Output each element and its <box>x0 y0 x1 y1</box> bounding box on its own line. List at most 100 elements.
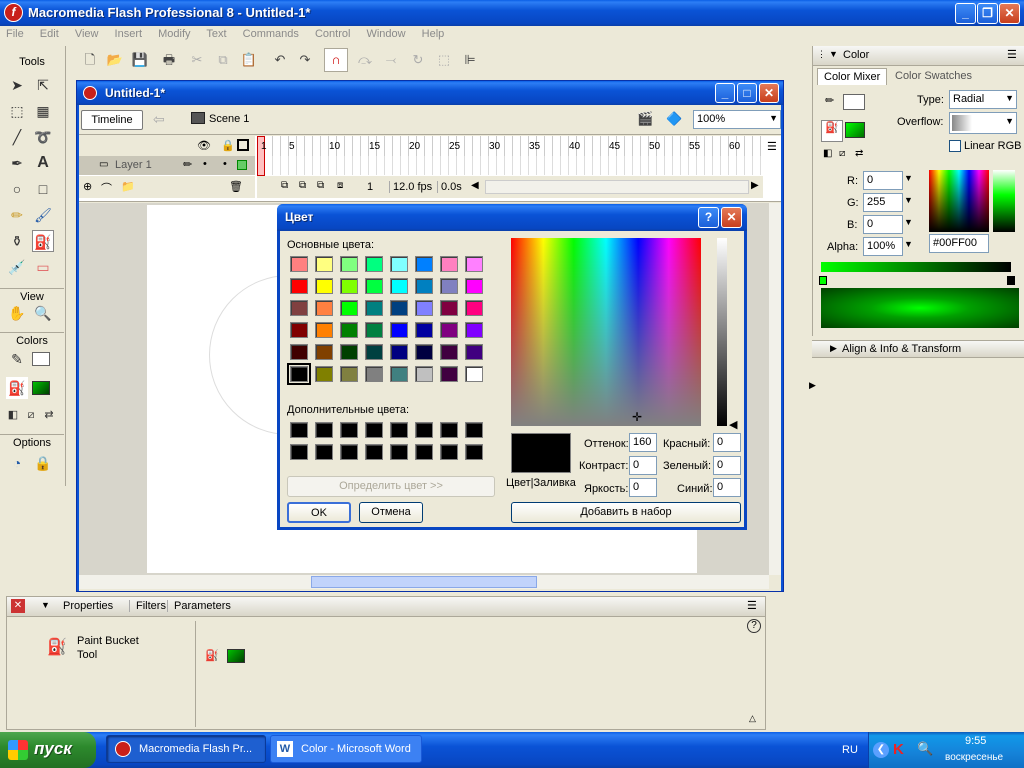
luminance-arrow-icon[interactable]: ◀ <box>729 418 737 431</box>
print-icon[interactable]: 🖶 <box>159 50 179 70</box>
basic-color-swatch[interactable] <box>390 300 408 316</box>
custom-color-swatch[interactable] <box>465 422 483 438</box>
back-arrow-icon[interactable]: ⇦ <box>153 111 165 128</box>
menu-view[interactable]: View <box>75 28 99 40</box>
hand-tool-icon[interactable]: ✋ <box>6 302 28 324</box>
alpha-dropdown-icon[interactable]: ▼ <box>904 239 913 249</box>
type-select[interactable]: Radial ▼ <box>949 90 1017 109</box>
h-scroll-thumb[interactable] <box>311 576 537 588</box>
custom-color-swatch[interactable] <box>390 444 408 460</box>
custom-color-swatch[interactable] <box>415 422 433 438</box>
basic-color-swatch[interactable] <box>340 256 358 272</box>
restore-button[interactable]: ❐ <box>977 3 998 24</box>
taskbar-item-word[interactable]: W Color - Microsoft Word <box>270 735 422 763</box>
tab-properties[interactable]: Properties <box>63 600 113 612</box>
scale-icon[interactable]: ⬚ <box>434 50 454 70</box>
outline-icon[interactable] <box>237 139 249 151</box>
basic-color-swatch[interactable] <box>415 300 433 316</box>
custom-color-swatch[interactable] <box>290 422 308 438</box>
dialog-close-button[interactable]: ✕ <box>721 207 742 228</box>
tab-color-swatches[interactable]: Color Swatches <box>893 70 974 82</box>
line-tool-icon[interactable]: ╱ <box>6 126 28 148</box>
properties-close-icon[interactable]: ✕ <box>11 599 25 613</box>
b-dropdown-icon[interactable]: ▼ <box>904 217 913 227</box>
prop-fill-swatch[interactable] <box>227 649 245 663</box>
linear-rgb-checkbox[interactable] <box>949 140 961 152</box>
stroke-color-icon[interactable]: ✎ <box>6 348 28 370</box>
b-input[interactable]: 0 <box>863 215 903 234</box>
center-frame-icon[interactable]: ⧉ <box>281 180 288 191</box>
help-circle-icon[interactable]: ? <box>747 619 761 633</box>
properties-menu-icon[interactable]: ☰ <box>747 599 757 612</box>
oval-tool-icon[interactable]: ○ <box>6 178 28 200</box>
basic-color-swatch[interactable] <box>290 278 308 294</box>
eye-icon[interactable]: 👁 <box>197 139 211 152</box>
basic-color-swatch[interactable] <box>440 344 458 360</box>
pencil-tool-icon[interactable]: ✏ <box>6 204 28 226</box>
start-button[interactable]: пуск <box>0 732 96 768</box>
basic-color-swatch[interactable] <box>315 256 333 272</box>
edit-scene-icon[interactable]: 🎬 <box>637 111 653 127</box>
menu-file[interactable]: File <box>6 28 24 40</box>
mixer-stroke-icon[interactable]: ✏ <box>825 94 834 107</box>
onion-skin-icon[interactable]: ⧉ <box>299 180 306 191</box>
basic-color-swatch[interactable] <box>390 322 408 338</box>
antivirus-icon[interactable]: K <box>893 741 904 758</box>
basic-color-swatch[interactable] <box>315 300 333 316</box>
basic-color-swatch[interactable] <box>340 278 358 294</box>
tab-filters[interactable]: Filters <box>129 600 166 612</box>
basic-color-swatch[interactable] <box>415 366 433 382</box>
fill-color-icon[interactable]: ⛽ <box>6 377 28 399</box>
basic-color-swatch[interactable] <box>340 366 358 382</box>
basic-color-swatch[interactable] <box>440 300 458 316</box>
menu-window[interactable]: Window <box>366 28 405 40</box>
lasso-tool-icon[interactable]: ➰ <box>32 126 54 148</box>
network-icon[interactable]: 🔍 <box>917 741 933 757</box>
alpha-input[interactable]: 100% <box>863 237 903 256</box>
swap-icon[interactable]: ⇄ <box>855 148 863 159</box>
custom-color-swatch[interactable] <box>415 444 433 460</box>
gap-size-icon[interactable]: ◔ <box>6 452 28 474</box>
menu-modify[interactable]: Modify <box>158 28 190 40</box>
tab-parameters[interactable]: Parameters <box>167 600 231 612</box>
edit-multiple-icon[interactable]: ⧈ <box>337 180 343 191</box>
paint-bucket-icon[interactable]: ⛽ <box>32 230 54 252</box>
basic-color-swatch[interactable] <box>315 344 333 360</box>
free-transform-icon[interactable]: ⬚ <box>6 100 28 122</box>
basic-color-swatch[interactable] <box>390 344 408 360</box>
basic-color-swatch[interactable] <box>415 344 433 360</box>
menu-insert[interactable]: Insert <box>115 28 143 40</box>
cancel-button[interactable]: Отмена <box>359 502 423 523</box>
gradient-pointer-left[interactable] <box>819 276 827 285</box>
brush-tool-icon[interactable]: 🖌 <box>32 204 54 226</box>
layer-visible-dot[interactable]: • <box>203 158 207 170</box>
overflow-select[interactable]: ▼ <box>949 112 1017 134</box>
custom-color-swatch[interactable] <box>365 422 383 438</box>
basic-color-swatch[interactable] <box>365 300 383 316</box>
basic-color-swatch[interactable] <box>440 278 458 294</box>
mixer-brightness-bar[interactable] <box>993 170 1015 232</box>
hex-input[interactable]: #00FF00 <box>929 234 989 253</box>
basic-color-swatch[interactable] <box>365 344 383 360</box>
basic-color-swatch[interactable] <box>365 366 383 382</box>
hue-input[interactable]: 160 <box>629 433 657 452</box>
snap-magnet-icon[interactable]: ∩ <box>324 48 348 72</box>
redo-icon[interactable]: ↷ <box>295 50 315 70</box>
timeline-button[interactable]: Timeline <box>81 110 143 130</box>
menu-control[interactable]: Control <box>315 28 350 40</box>
add-layer-icon[interactable]: ⊕ <box>83 180 92 193</box>
custom-color-swatch[interactable] <box>440 422 458 438</box>
custom-color-swatch[interactable] <box>315 444 333 460</box>
r-input[interactable]: 0 <box>863 171 903 190</box>
basic-color-swatch[interactable] <box>440 366 458 382</box>
stroke-color-swatch[interactable] <box>32 352 50 366</box>
ink-bottle-icon[interactable]: ⚱ <box>6 230 28 252</box>
g-dropdown-icon[interactable]: ▼ <box>904 195 913 205</box>
zoom-select[interactable]: 100% ▼ <box>693 110 781 129</box>
scroll-left-icon[interactable]: ◀ <box>471 180 479 191</box>
undo-icon[interactable]: ↶ <box>270 50 290 70</box>
add-folder-icon[interactable]: 📁 <box>121 180 135 193</box>
onion-outline-icon[interactable]: ⧉ <box>317 180 324 191</box>
edit-symbols-icon[interactable]: 🔷 <box>666 111 682 127</box>
tab-color-mixer[interactable]: Color Mixer <box>817 68 888 85</box>
